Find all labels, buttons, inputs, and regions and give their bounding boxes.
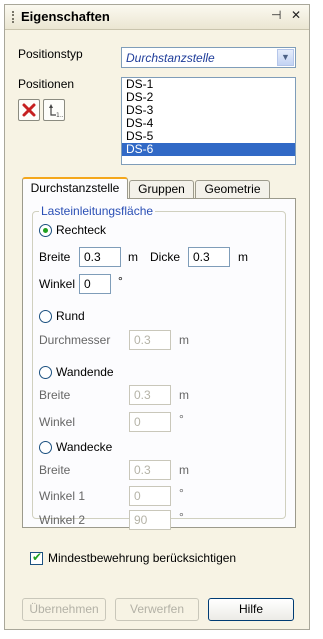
- delete-x-icon: [22, 103, 36, 117]
- winkel-unit: °: [118, 274, 123, 288]
- wandecke-winkel1-input[interactable]: 0: [129, 486, 171, 506]
- wandecke-winkel1-unit: °: [179, 486, 184, 500]
- durchmesser-unit: m: [179, 333, 189, 347]
- rechteck-dicke-input[interactable]: 0.3: [188, 247, 230, 267]
- wandecke-breite-label: Breite: [39, 463, 71, 477]
- wandende-winkel-label: Winkel: [39, 415, 76, 429]
- rund-label: Rund: [56, 309, 85, 323]
- tab-page-durchstanzstelle: Lasteinleitungsfläche Rechteck Breite 0.…: [22, 198, 296, 530]
- positionen-list[interactable]: DS-1 DS-2 DS-3 DS-4 DS-5 DS-6: [121, 77, 296, 165]
- apply-button[interactable]: Übernehmen: [22, 598, 106, 621]
- rund-durchmesser-input[interactable]: 0.3: [129, 330, 171, 350]
- list-item-selected[interactable]: DS-6: [122, 143, 295, 156]
- rund-radio[interactable]: [39, 310, 52, 323]
- dicke-unit: m: [238, 250, 248, 264]
- wandende-winkel-unit: °: [179, 412, 184, 426]
- wandende-breite-unit: m: [179, 388, 189, 402]
- wandecke-label: Wandecke: [56, 440, 113, 454]
- mindestbewehrung-checkbox[interactable]: ✔: [30, 550, 43, 565]
- lasteinleitungsflaeche-group: Lasteinleitungsfläche Rechteck Breite 0.…: [32, 204, 286, 530]
- group-title: Lasteinleitungsfläche: [39, 204, 156, 218]
- pin-icon[interactable]: ⊣: [271, 8, 281, 22]
- breite-unit: m: [128, 250, 138, 264]
- wandecke-winkel2-label: Winkel 2: [39, 513, 86, 527]
- wandecke-breite-input[interactable]: 0.3: [129, 460, 171, 480]
- discard-button[interactable]: Verwerfen: [115, 598, 199, 621]
- checkmark-icon: ✔: [32, 550, 43, 564]
- tab-gruppen[interactable]: Gruppen: [129, 180, 194, 199]
- rechteck-radio[interactable]: [39, 224, 52, 237]
- chevron-down-icon[interactable]: ▼: [277, 49, 294, 66]
- renumber-icon: 1..9: [49, 104, 68, 119]
- wandende-winkel-input[interactable]: 0: [129, 412, 171, 432]
- delete-position-button[interactable]: [18, 99, 40, 121]
- wandende-radio[interactable]: [39, 366, 52, 379]
- breite-label: Breite: [39, 250, 71, 264]
- rechteck-label: Rechteck: [56, 223, 107, 237]
- dicke-label: Dicke: [150, 250, 181, 264]
- rechteck-winkel-input[interactable]: 0: [79, 274, 111, 294]
- wandecke-winkel2-input[interactable]: 90: [129, 510, 171, 530]
- wandecke-winkel1-label: Winkel 1: [39, 489, 86, 503]
- rechteck-breite-input[interactable]: 0.3: [79, 247, 121, 267]
- help-button[interactable]: Hilfe: [208, 598, 294, 621]
- tab-geometrie[interactable]: Geometrie: [195, 180, 270, 199]
- wandende-breite-input[interactable]: 0.3: [129, 385, 171, 405]
- renumber-positions-button[interactable]: 1..9: [43, 99, 68, 121]
- tab-durchstanzstelle[interactable]: Durchstanzstelle: [22, 177, 128, 199]
- wandecke-radio[interactable]: [39, 441, 52, 454]
- svg-text:1..9: 1..9: [56, 112, 64, 119]
- winkel-label: Winkel: [39, 277, 76, 291]
- wandende-breite-label: Breite: [39, 388, 71, 402]
- positionstyp-label: Positionstyp: [18, 47, 83, 61]
- drag-grip-icon[interactable]: [12, 11, 16, 23]
- mindestbewehrung-label: Mindestbewehrung berücksichtigen: [48, 551, 237, 565]
- positionstyp-select[interactable]: Durchstanzstelle ▼: [121, 47, 296, 68]
- durchmesser-label: Durchmesser: [39, 333, 111, 347]
- positionen-label: Positionen: [18, 77, 75, 91]
- close-icon[interactable]: ✕: [291, 8, 301, 22]
- wandecke-winkel2-unit: °: [179, 510, 184, 524]
- wandende-label: Wandende: [56, 365, 114, 379]
- radio-selected-dot: [43, 228, 48, 233]
- positionstyp-value: Durchstanzstelle: [126, 51, 215, 65]
- panel-title: Eigenschaften: [21, 9, 110, 24]
- properties-panel: Eigenschaften ⊣ ✕ Positionstyp Durchstan…: [4, 4, 310, 630]
- panel-titlebar[interactable]: Eigenschaften ⊣ ✕: [5, 5, 309, 30]
- wandecke-breite-unit: m: [179, 463, 189, 477]
